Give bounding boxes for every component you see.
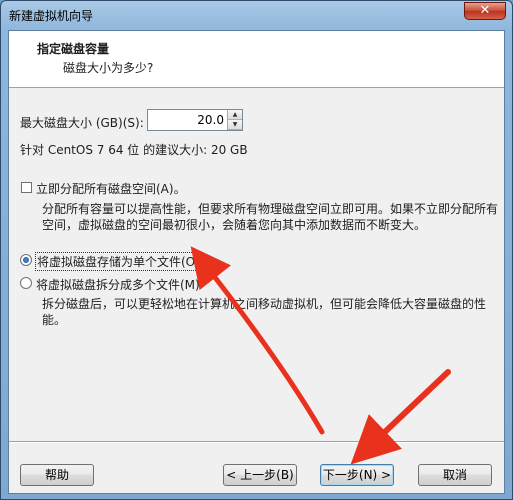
- page-title: 指定磁盘容量: [37, 42, 110, 56]
- single-file-radio[interactable]: [20, 254, 32, 266]
- next-button[interactable]: 下一步(N) >: [320, 464, 394, 486]
- multi-desc-line2: 能。: [42, 313, 67, 327]
- wizard-header: 指定磁盘容量 磁盘大小为多少?: [9, 31, 504, 88]
- allocate-now-checkbox[interactable]: [21, 182, 32, 193]
- close-button[interactable]: ✕: [464, 2, 506, 20]
- dialog-client: 指定磁盘容量 磁盘大小为多少? 最大磁盘大小 (GB)(S): ▲ ▼ 针对 C…: [8, 30, 505, 494]
- disk-size-spinner[interactable]: ▲ ▼: [147, 109, 243, 131]
- disk-size-label: 最大磁盘大小 (GB)(S):: [20, 116, 144, 130]
- allocate-description: 分配所有容量可以提高性能，但要求所有物理磁盘空间立即可用。如果不立即分配所有 空…: [42, 201, 498, 233]
- single-file-label[interactable]: 将虚拟磁盘存储为单个文件(O): [35, 252, 202, 271]
- multi-file-label[interactable]: 将虚拟磁盘拆分成多个文件(M): [36, 276, 200, 293]
- wizard-window: 新建虚拟机向导 ✕ 指定磁盘容量 磁盘大小为多少? 最大磁盘大小 (GB)(S)…: [0, 0, 513, 500]
- spinner-buttons: ▲ ▼: [227, 110, 242, 130]
- recommended-size-text: 针对 CentOS 7 64 位 的建议大小: 20 GB: [20, 143, 248, 157]
- footer-divider: [9, 441, 504, 443]
- spinner-up-icon[interactable]: ▲: [228, 110, 242, 120]
- multi-file-description: 拆分磁盘后，可以更轻松地在计算机之间移动虚拟机，但可能会降低大容量磁盘的性 能。: [42, 296, 486, 328]
- back-button[interactable]: < 上一步(B): [223, 464, 297, 486]
- spinner-down-icon[interactable]: ▼: [228, 120, 242, 130]
- multi-desc-line1: 拆分磁盘后，可以更轻松地在计算机之间移动虚拟机，但可能会降低大容量磁盘的性: [42, 297, 487, 311]
- disk-size-input[interactable]: [148, 110, 228, 130]
- allocate-desc-line1: 分配所有容量可以提高性能，但要求所有物理磁盘空间立即可用。如果不立即分配所有: [42, 202, 499, 216]
- multi-file-radio[interactable]: [20, 277, 32, 289]
- window-title: 新建虚拟机向导: [9, 9, 94, 23]
- cancel-button[interactable]: 取消: [418, 464, 492, 486]
- help-button[interactable]: 帮助: [20, 464, 94, 486]
- title-bar[interactable]: 新建虚拟机向导 ✕: [1, 1, 512, 29]
- page-subtitle: 磁盘大小为多少?: [63, 61, 154, 75]
- allocate-now-label[interactable]: 立即分配所有磁盘空间(A)。: [36, 180, 186, 197]
- allocate-desc-line2: 空间，虚拟磁盘的空间最初很小，会随着您向其中添加数据而不断变大。: [42, 218, 427, 232]
